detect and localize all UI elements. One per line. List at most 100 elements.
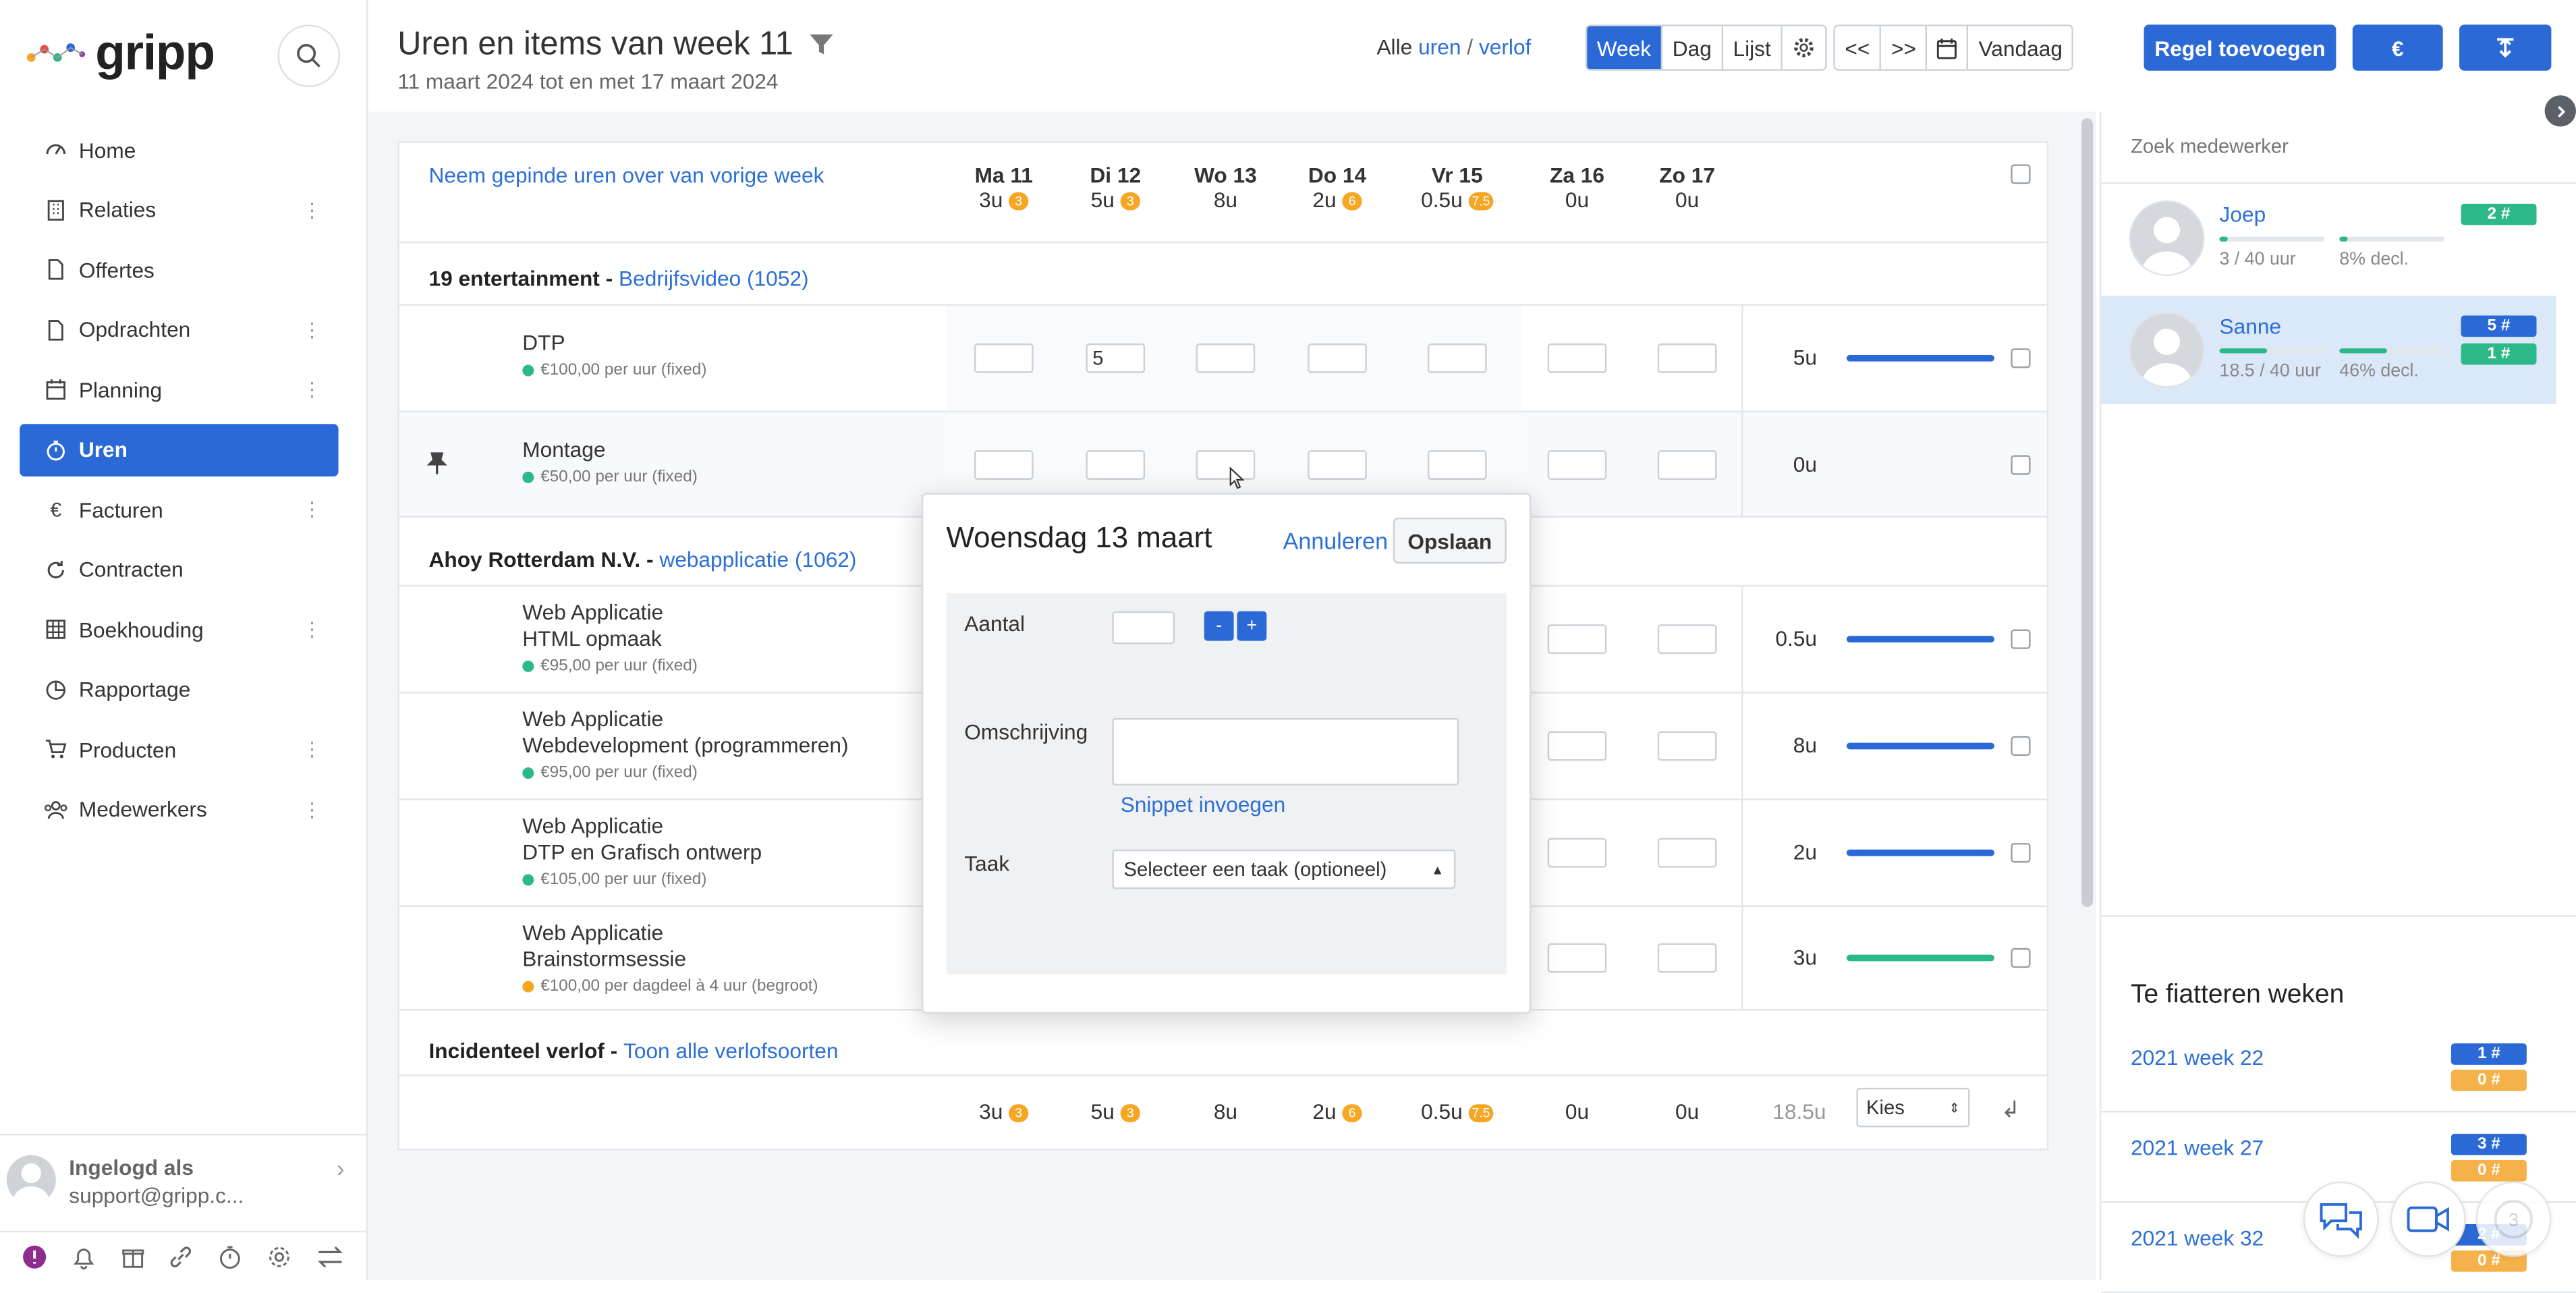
chat-button[interactable] bbox=[2303, 1181, 2379, 1257]
sidebar-item-offertes[interactable]: Offertes bbox=[20, 243, 338, 296]
sidebar-item-planning[interactable]: Planning ⋮ bbox=[20, 363, 338, 416]
more-vertical-icon[interactable]: ⋮ bbox=[302, 318, 322, 341]
cancel-link[interactable]: Annuleren bbox=[1283, 528, 1388, 554]
main-scrollbar[interactable] bbox=[2081, 118, 2094, 908]
week-link[interactable]: 2021 week 32 bbox=[2131, 1226, 2264, 1250]
filter-icon[interactable] bbox=[809, 31, 835, 57]
sidebar-item-facturen[interactable]: € Facturen ⋮ bbox=[20, 483, 338, 536]
more-vertical-icon[interactable]: ⋮ bbox=[302, 618, 322, 641]
copy-pinned-hours-link[interactable]: Neem gepinde uren over van vorige week bbox=[429, 163, 824, 188]
more-vertical-icon[interactable]: ⋮ bbox=[302, 798, 322, 821]
employee-name[interactable]: Sanne bbox=[2220, 314, 2282, 339]
view-week-button[interactable]: Week bbox=[1587, 26, 1663, 70]
bell-icon[interactable] bbox=[70, 1243, 96, 1269]
hours-input[interactable] bbox=[1196, 343, 1256, 373]
hours-input[interactable] bbox=[1657, 624, 1717, 655]
week-link[interactable]: 2021 week 22 bbox=[2131, 1045, 2264, 1070]
collapse-panel-button[interactable] bbox=[2544, 95, 2576, 127]
amount-input[interactable] bbox=[1112, 611, 1175, 644]
lightbulb-icon[interactable] bbox=[21, 1243, 47, 1269]
hours-input[interactable] bbox=[974, 449, 1034, 479]
row-checkbox[interactable] bbox=[2011, 454, 2031, 474]
row-checkbox[interactable] bbox=[2011, 629, 2031, 649]
show-leave-types-link[interactable]: Toon alle verlofsoorten bbox=[623, 1039, 839, 1064]
hours-input[interactable] bbox=[1196, 449, 1256, 479]
next-week-button[interactable]: >> bbox=[1881, 26, 1928, 70]
save-button[interactable]: Opslaan bbox=[1393, 517, 1507, 564]
view-day-button[interactable]: Dag bbox=[1662, 26, 1723, 70]
hours-input[interactable] bbox=[1427, 449, 1487, 479]
leave-type-select[interactable]: Kies ⇕ bbox=[1856, 1087, 1970, 1128]
sidebar-item-opdrachten[interactable]: Opdrachten ⋮ bbox=[20, 303, 338, 356]
user-box[interactable]: Ingelogd als support@gripp.c... › bbox=[0, 1134, 366, 1228]
view-list-button[interactable]: Lijst bbox=[1723, 26, 1783, 70]
more-vertical-icon[interactable]: ⋮ bbox=[302, 198, 322, 221]
more-vertical-icon[interactable]: ⋮ bbox=[302, 738, 322, 761]
sidebar-item-boekhouding[interactable]: Boekhouding ⋮ bbox=[20, 603, 338, 656]
insert-snippet-link[interactable]: Snippet invoegen bbox=[1121, 792, 1286, 817]
week-link[interactable]: 2021 week 27 bbox=[2131, 1136, 2264, 1161]
hours-input[interactable] bbox=[1308, 449, 1367, 479]
stopwatch-icon[interactable] bbox=[217, 1243, 244, 1269]
help-button[interactable]: 3 bbox=[2475, 1181, 2552, 1257]
hours-input[interactable] bbox=[1308, 343, 1367, 373]
gift-icon[interactable] bbox=[119, 1243, 146, 1269]
description-textarea[interactable] bbox=[1112, 718, 1459, 786]
more-vertical-icon[interactable]: ⋮ bbox=[302, 498, 322, 521]
calendar-button[interactable] bbox=[1928, 26, 1969, 70]
gear-icon[interactable] bbox=[267, 1243, 293, 1269]
hours-input[interactable] bbox=[1427, 343, 1487, 373]
hours-input[interactable] bbox=[1657, 943, 1717, 973]
employee-card[interactable]: Joep 3 / 40 uur 8% decl. 2 # bbox=[2101, 184, 2556, 293]
video-button[interactable] bbox=[2390, 1181, 2466, 1257]
sidebar-item-contracten[interactable]: Contracten bbox=[20, 543, 338, 596]
row-checkbox[interactable] bbox=[2011, 843, 2031, 863]
hours-input[interactable] bbox=[1086, 449, 1146, 479]
settings-button[interactable] bbox=[1782, 26, 1826, 70]
employee-name[interactable]: Joep bbox=[2220, 202, 2266, 227]
select-all-checkbox[interactable] bbox=[2011, 164, 2031, 184]
euro-button[interactable]: € bbox=[2352, 24, 2443, 71]
hours-input[interactable] bbox=[1657, 731, 1717, 761]
hours-input[interactable] bbox=[1657, 449, 1717, 479]
pin-icon[interactable] bbox=[427, 451, 447, 474]
switch-icon[interactable] bbox=[315, 1243, 345, 1269]
row-checkbox[interactable] bbox=[2011, 947, 2031, 968]
hours-input[interactable] bbox=[1547, 624, 1607, 655]
today-button[interactable]: Vandaag bbox=[1968, 26, 2073, 70]
sidebar-item-relaties[interactable]: Relaties ⋮ bbox=[20, 183, 338, 236]
row-checkbox[interactable] bbox=[2011, 348, 2031, 368]
sidebar-item-uren[interactable]: Uren bbox=[20, 422, 339, 476]
link-icon[interactable] bbox=[168, 1243, 194, 1269]
logo[interactable]: gripp bbox=[26, 26, 215, 82]
add-row-button[interactable]: Regel toevoegen bbox=[2144, 24, 2336, 71]
project-link[interactable]: Bedrijfsvideo (1052) bbox=[619, 266, 809, 291]
hours-input[interactable] bbox=[1547, 837, 1607, 868]
decrement-button[interactable]: - bbox=[1204, 611, 1234, 641]
employee-card[interactable]: Sanne 18.5 / 40 uur 46% decl. 5 # 1 # bbox=[2101, 296, 2556, 404]
hours-input[interactable] bbox=[1657, 837, 1717, 868]
search-button[interactable] bbox=[277, 24, 341, 88]
sidebar-item-producten[interactable]: Producten ⋮ bbox=[20, 723, 338, 775]
project-link[interactable]: webapplicatie (1062) bbox=[659, 547, 856, 572]
more-vertical-icon[interactable]: ⋮ bbox=[302, 378, 322, 401]
filter-hours-link[interactable]: uren bbox=[1418, 34, 1461, 59]
hours-input[interactable] bbox=[974, 343, 1034, 373]
increment-button[interactable]: + bbox=[1237, 611, 1267, 641]
text-height-button[interactable] bbox=[2459, 24, 2552, 71]
sidebar-item-home[interactable]: Home bbox=[20, 123, 338, 176]
row-checkbox[interactable] bbox=[2011, 736, 2031, 756]
task-select[interactable]: Selecteer een taak (optioneel) ▲ bbox=[1112, 849, 1456, 889]
hours-input[interactable] bbox=[1547, 943, 1607, 973]
hours-input[interactable] bbox=[1657, 343, 1717, 373]
sidebar-item-rapportage[interactable]: Rapportage bbox=[20, 663, 338, 715]
hours-input[interactable] bbox=[1547, 343, 1607, 373]
filter-leave-link[interactable]: verlof bbox=[1479, 34, 1531, 59]
hours-input[interactable] bbox=[1547, 731, 1607, 761]
employee-search-input[interactable]: Zoek medewerker bbox=[2131, 135, 2289, 158]
hours-input[interactable]: 5 bbox=[1086, 343, 1146, 373]
previous-week-button[interactable]: << bbox=[1835, 26, 1882, 70]
hours-input[interactable] bbox=[1547, 449, 1607, 479]
sidebar-item-medewerkers[interactable]: Medewerkers ⋮ bbox=[20, 783, 338, 835]
enter-icon[interactable]: ↲ bbox=[2001, 1096, 2021, 1124]
